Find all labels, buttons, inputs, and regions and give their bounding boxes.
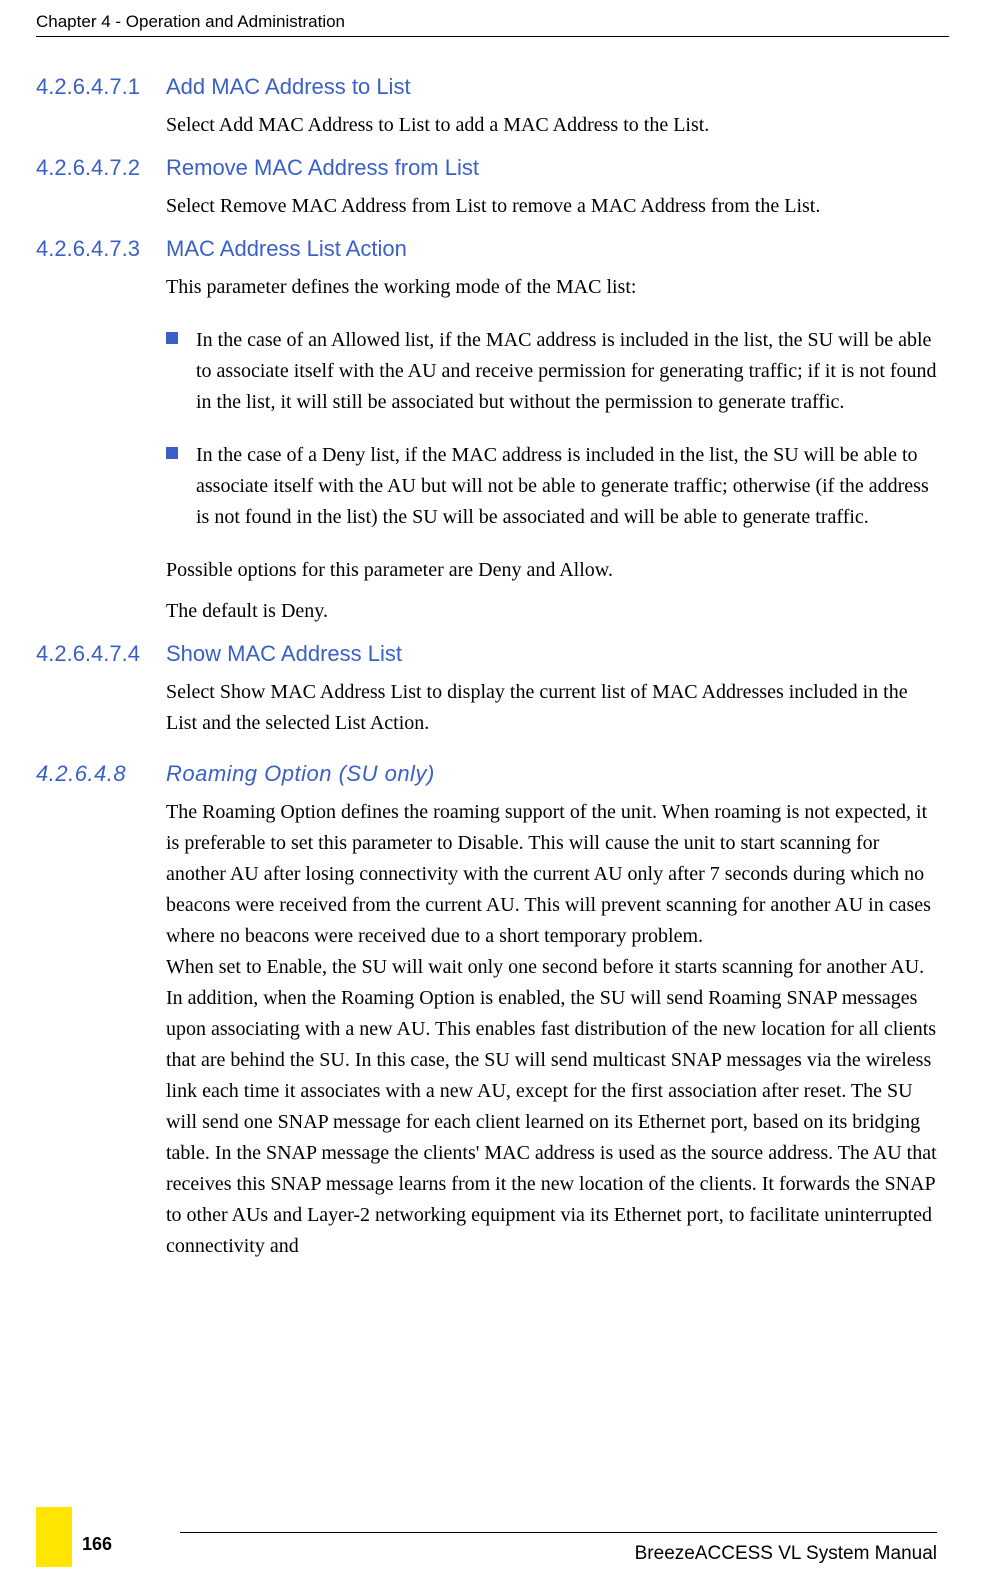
page-number: 166 [82, 1534, 112, 1555]
page-marker-box [36, 1507, 72, 1567]
section-heading-3: 4.2.6.4.7.3 MAC Address List Action [36, 236, 937, 262]
section-heading-4: 4.2.6.4.7.4 Show MAC Address List [36, 641, 937, 667]
section-number: 4.2.6.4.7.4 [36, 641, 166, 667]
section-title: Remove MAC Address from List [166, 155, 479, 181]
list-item: In the case of a Deny list, if the MAC a… [166, 440, 937, 533]
section-number: 4.2.6.4.7.3 [36, 236, 166, 262]
section-number: 4.2.6.4.7.2 [36, 155, 166, 181]
square-bullet-icon [166, 447, 178, 459]
footer-rule [180, 1532, 937, 1533]
chapter-header: Chapter 4 - Operation and Administration [36, 12, 949, 32]
manual-title: BreezeACCESS VL System Manual [0, 1543, 937, 1565]
body-paragraph: Select Add MAC Address to List to add a … [166, 110, 937, 141]
square-bullet-icon [166, 332, 178, 344]
body-paragraph: The Roaming Option defines the roaming s… [166, 797, 937, 1262]
section-title: Show MAC Address List [166, 641, 402, 667]
section-title: Roaming Option (SU only) [166, 761, 435, 787]
section-number: 4.2.6.4.8 [36, 761, 166, 787]
section-heading-1: 4.2.6.4.7.1 Add MAC Address to List [36, 74, 937, 100]
list-text: In the case of an Allowed list, if the M… [196, 325, 937, 418]
header-rule [36, 36, 949, 37]
section-title: Add MAC Address to List [166, 74, 411, 100]
section-heading-5: 4.2.6.4.8 Roaming Option (SU only) [36, 761, 937, 787]
body-paragraph: Select Show MAC Address List to display … [166, 677, 937, 739]
body-paragraph: This parameter defines the working mode … [166, 272, 937, 303]
body-paragraph: Possible options for this parameter are … [166, 555, 937, 586]
body-paragraph: Select Remove MAC Address from List to r… [166, 191, 937, 222]
list-item: In the case of an Allowed list, if the M… [166, 325, 937, 418]
section-heading-2: 4.2.6.4.7.2 Remove MAC Address from List [36, 155, 937, 181]
section-title: MAC Address List Action [166, 236, 407, 262]
body-paragraph: The default is Deny. [166, 596, 937, 627]
section-number: 4.2.6.4.7.1 [36, 74, 166, 100]
list-text: In the case of a Deny list, if the MAC a… [196, 440, 937, 533]
